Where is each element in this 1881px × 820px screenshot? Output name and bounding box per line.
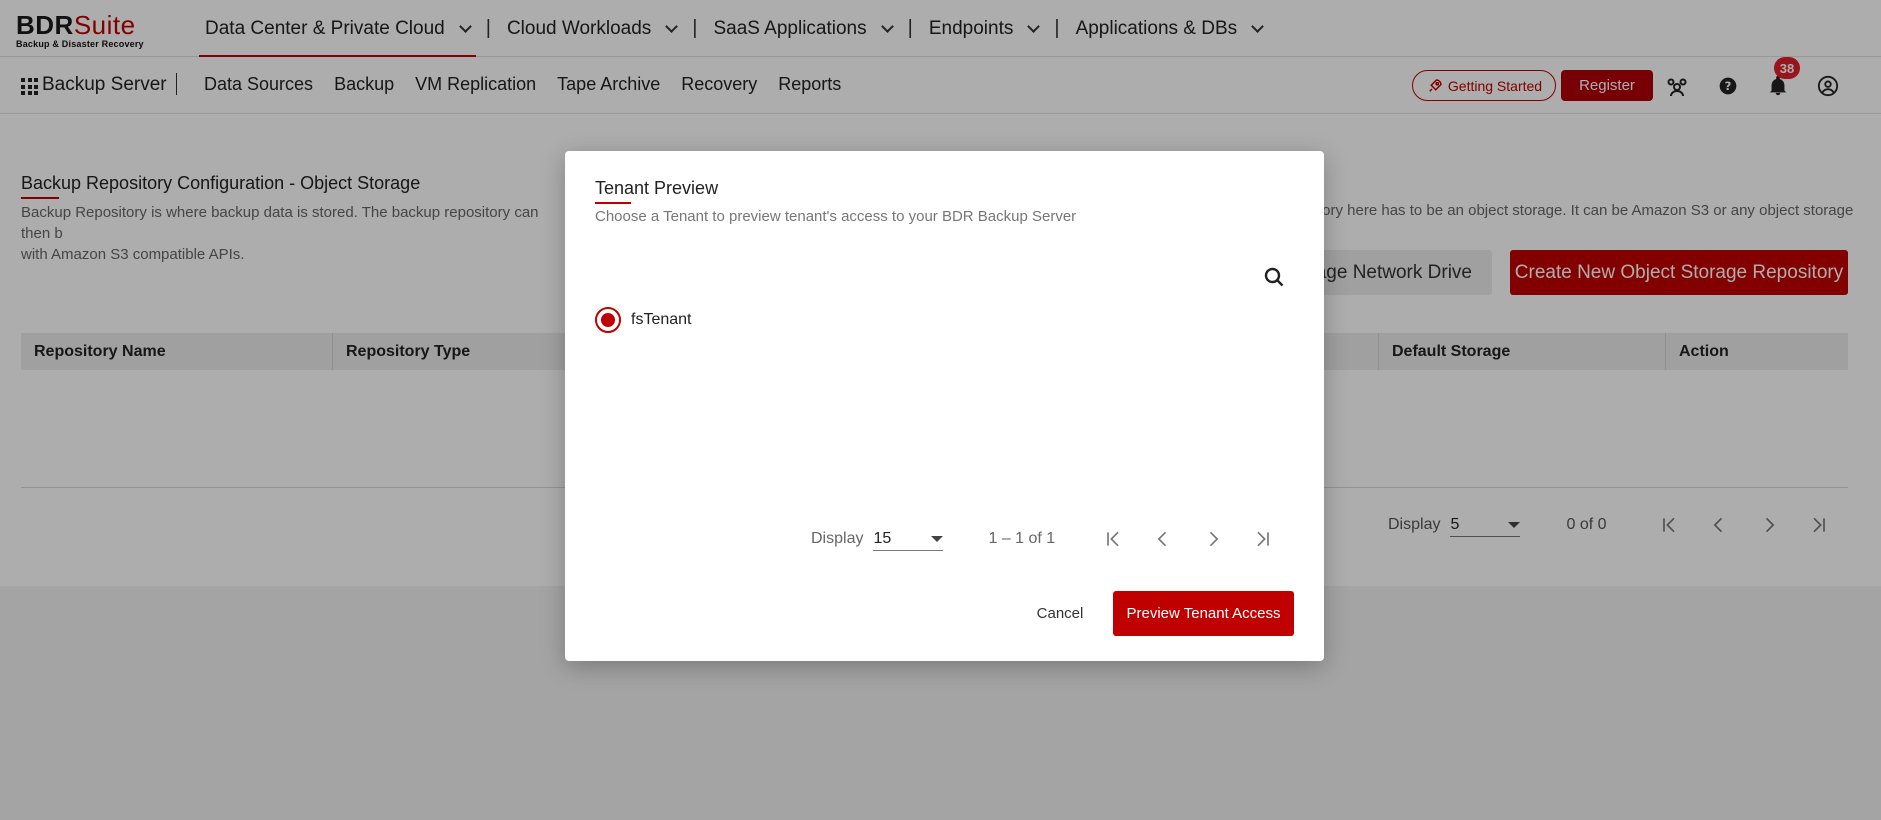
preview-tenant-access-button[interactable]: Preview Tenant Access xyxy=(1113,591,1294,636)
search-icon[interactable] xyxy=(1262,265,1288,291)
next-page-icon[interactable] xyxy=(1201,527,1225,551)
cancel-button[interactable]: Cancel xyxy=(1010,591,1110,636)
dialog-title-underline xyxy=(595,202,631,204)
tenant-radio-button[interactable] xyxy=(595,307,621,333)
dialog-title: Tenant Preview xyxy=(595,178,719,198)
tenant-preview-dialog: Tenant Preview Choose a Tenant to previe… xyxy=(565,151,1324,661)
tenant-name-label: fsTenant xyxy=(631,311,692,328)
last-page-icon[interactable] xyxy=(1251,527,1275,551)
dialog-page-size-select[interactable]: 15 xyxy=(873,527,944,551)
radio-selected-dot xyxy=(601,313,615,327)
previous-page-icon[interactable] xyxy=(1151,527,1175,551)
dialog-paginator: Display 15 1 – 1 of 1 xyxy=(811,527,1275,551)
first-page-icon[interactable] xyxy=(1101,527,1125,551)
dialog-subtitle: Choose a Tenant to preview tenant's acce… xyxy=(595,208,1077,225)
tenant-option-fstenant[interactable]: fsTenant xyxy=(595,307,691,333)
caret-down-icon xyxy=(931,535,944,542)
